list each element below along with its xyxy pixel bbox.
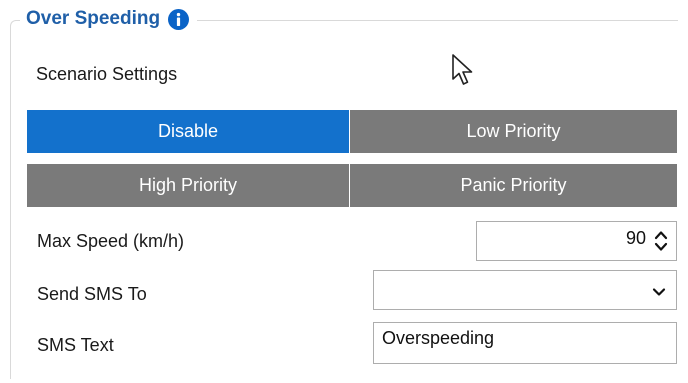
scenario-disable-button[interactable]: Disable [27,110,349,153]
mouse-pointer-icon [451,53,475,92]
scenario-settings-label: Scenario Settings [36,64,178,84]
sms-text-label: SMS Text [37,335,114,355]
info-icon[interactable] [168,8,190,30]
groupbox-title: Over Speeding [26,8,161,29]
max-speed-stepper[interactable]: 90 [476,221,677,261]
sms-text-input[interactable]: Overspeeding [373,322,677,364]
groupbox-header: Over Speeding [20,4,198,34]
chevron-down-icon[interactable] [652,284,666,302]
scenario-high-priority-button[interactable]: High Priority [27,164,349,207]
send-sms-to-dropdown[interactable] [373,270,677,310]
sms-text-value: Overspeeding [382,328,495,348]
max-speed-label: Max Speed (km/h) [37,231,185,251]
info-glyph [176,12,181,26]
send-sms-to-label: Send SMS To [37,284,147,304]
max-speed-value: 90 [625,228,646,248]
scenario-panic-priority-button[interactable]: Panic Priority [350,164,677,207]
scenario-low-priority-button[interactable]: Low Priority [350,110,677,153]
spinner-arrows-icon[interactable] [654,229,668,258]
